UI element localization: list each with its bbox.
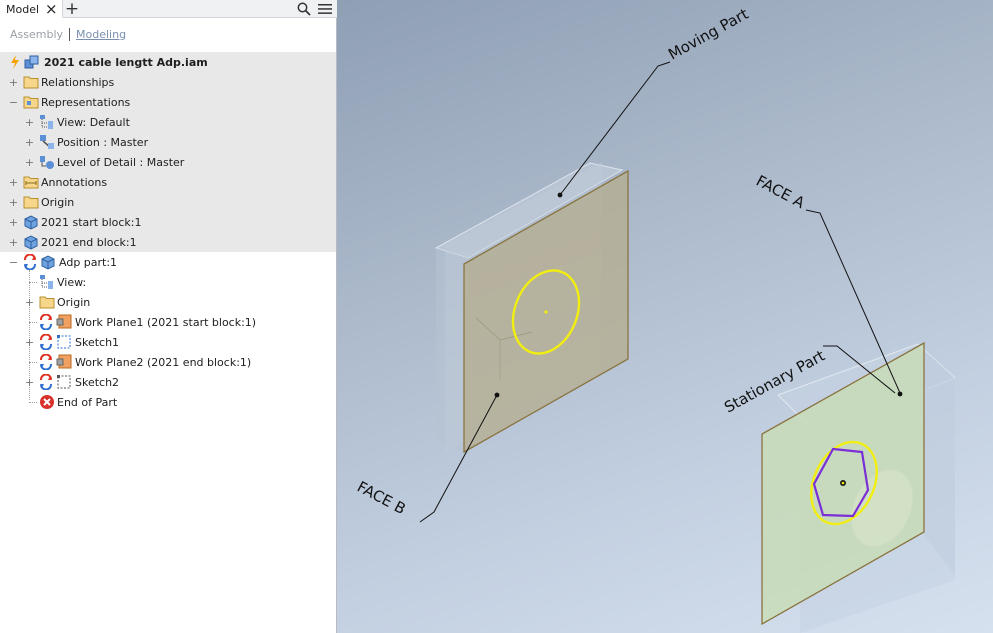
search-icon	[297, 2, 311, 16]
collapse-icon[interactable]: −	[9, 97, 18, 108]
expand-icon[interactable]: +	[25, 137, 34, 148]
tree-connector	[29, 402, 37, 403]
modeling-mode-tab[interactable]: Modeling	[72, 28, 130, 41]
position-representation-icon	[40, 135, 54, 149]
expand-icon[interactable]: +	[25, 157, 34, 168]
tree-label-representations: Representations	[41, 95, 131, 109]
mode-separator	[69, 27, 71, 41]
tree-row-root[interactable]: 2021 cable lengtt Adp.iam	[0, 52, 336, 72]
tree-label-origin: Origin	[41, 195, 75, 209]
expand-icon[interactable]: +	[9, 197, 18, 208]
search-button[interactable]	[295, 0, 313, 18]
tree-label-start-block: 2021 start block:1	[41, 215, 142, 229]
moving-part[interactable]	[434, 162, 629, 455]
tree-label-annotations: Annotations	[41, 175, 108, 189]
tree-label-sketch1: Sketch1	[75, 335, 120, 349]
hamburger-menu-icon	[318, 4, 332, 14]
part-cube-icon	[24, 215, 38, 230]
level-of-detail-icon	[40, 156, 54, 169]
adaptive-icon	[40, 314, 52, 330]
tree-connector	[29, 362, 37, 363]
tree-label-end-block: 2021 end block:1	[41, 235, 137, 249]
work-plane-icon	[56, 314, 72, 329]
part-cube-icon	[24, 235, 38, 250]
leader-dot	[494, 392, 500, 398]
tree-label-root: 2021 cable lengtt Adp.iam	[44, 55, 208, 69]
tree-row-position-master[interactable]: + Position : Master	[0, 132, 336, 152]
end-of-part-icon	[40, 395, 54, 409]
label-face-a: FACE A	[753, 172, 808, 213]
browser-tab-bar: Model × +	[0, 0, 337, 19]
label-moving-part: Moving Part	[665, 5, 751, 64]
tree-label-sketch2: Sketch2	[75, 375, 120, 389]
tree-label-adp-origin: Origin	[57, 295, 91, 309]
representations-folder-icon	[23, 96, 39, 109]
tree-label-end-of-part: End of Part	[57, 395, 118, 409]
tree-row-view-default[interactable]: + View: Default	[0, 112, 336, 132]
folder-icon	[23, 196, 39, 209]
tree-row-origin[interactable]: + Origin	[0, 192, 336, 212]
tab-model[interactable]: Model ×	[0, 0, 63, 18]
tree-label-view-default: View: Default	[57, 115, 130, 129]
tree-label-work-plane1: Work Plane1 (2021 start block:1)	[75, 315, 257, 329]
view-representation-icon	[40, 115, 53, 129]
folder-icon	[23, 76, 39, 89]
tree-row-annotations[interactable]: + Annotations	[0, 172, 336, 192]
expand-icon[interactable]: +	[25, 117, 34, 128]
browser-menu-button[interactable]	[316, 0, 334, 18]
expand-icon[interactable]: +	[25, 297, 34, 308]
adaptive-icon	[40, 354, 52, 370]
collapse-icon[interactable]: −	[9, 257, 18, 268]
stationary-part[interactable]	[761, 341, 956, 633]
tree-label-adp-part: Adp part:1	[59, 255, 118, 269]
tree-row-start-block[interactable]: + 2021 start block:1	[0, 212, 336, 232]
tab-model-label: Model	[6, 2, 40, 16]
plus-icon: +	[64, 0, 80, 19]
adaptive-icon	[24, 254, 36, 270]
expand-icon[interactable]: +	[9, 237, 18, 248]
adaptive-icon	[40, 334, 52, 350]
sketch-icon	[57, 375, 71, 389]
expand-icon[interactable]: +	[9, 77, 18, 88]
expand-icon[interactable]: +	[25, 377, 34, 388]
work-plane-icon	[56, 354, 72, 369]
label-face-b: FACE B	[354, 478, 409, 518]
add-tab-button[interactable]: +	[64, 0, 80, 19]
leader-dot	[897, 391, 903, 397]
model-browser-panel: Model × + Assembly Modeling 2021 cable l…	[0, 0, 337, 633]
expand-icon[interactable]: +	[9, 217, 18, 228]
sketch-icon	[57, 335, 71, 349]
tree-label-position-master: Position : Master	[57, 135, 149, 149]
tree-row-lod-master[interactable]: + Level of Detail : Master	[0, 152, 336, 172]
folder-icon	[39, 296, 55, 309]
browser-mode-switch: Assembly Modeling	[0, 24, 130, 44]
view-representation-icon	[40, 275, 53, 289]
assembly-mode-tab[interactable]: Assembly	[0, 28, 67, 41]
adaptive-icon	[40, 374, 52, 390]
tree-connector	[29, 282, 37, 283]
close-tab-icon[interactable]: ×	[45, 0, 58, 18]
expand-icon[interactable]: +	[25, 337, 34, 348]
tree-label-work-plane2: Work Plane2 (2021 end block:1)	[75, 355, 252, 369]
annotations-folder-icon	[23, 176, 39, 189]
tree-row-relationships[interactable]: + Relationships	[0, 72, 336, 92]
lightning-update-icon	[11, 55, 19, 69]
tree-label-view: View:	[57, 275, 87, 289]
tree-row-end-block[interactable]: + 2021 end block:1	[0, 232, 336, 252]
assembly-icon	[24, 55, 39, 69]
tree-label-relationships: Relationships	[41, 75, 115, 89]
model-scene: Moving Part FACE A Stationary Part FACE …	[354, 5, 956, 633]
tree-connector	[29, 322, 37, 323]
tree-row-representations[interactable]: − Representations	[0, 92, 336, 112]
leader-dot	[557, 192, 563, 198]
tree-label-lod-master: Level of Detail : Master	[57, 155, 185, 169]
part-cube-icon	[41, 255, 55, 270]
expand-icon[interactable]: +	[9, 177, 18, 188]
3d-viewport[interactable]: Moving Part FACE A Stationary Part FACE …	[337, 0, 993, 633]
